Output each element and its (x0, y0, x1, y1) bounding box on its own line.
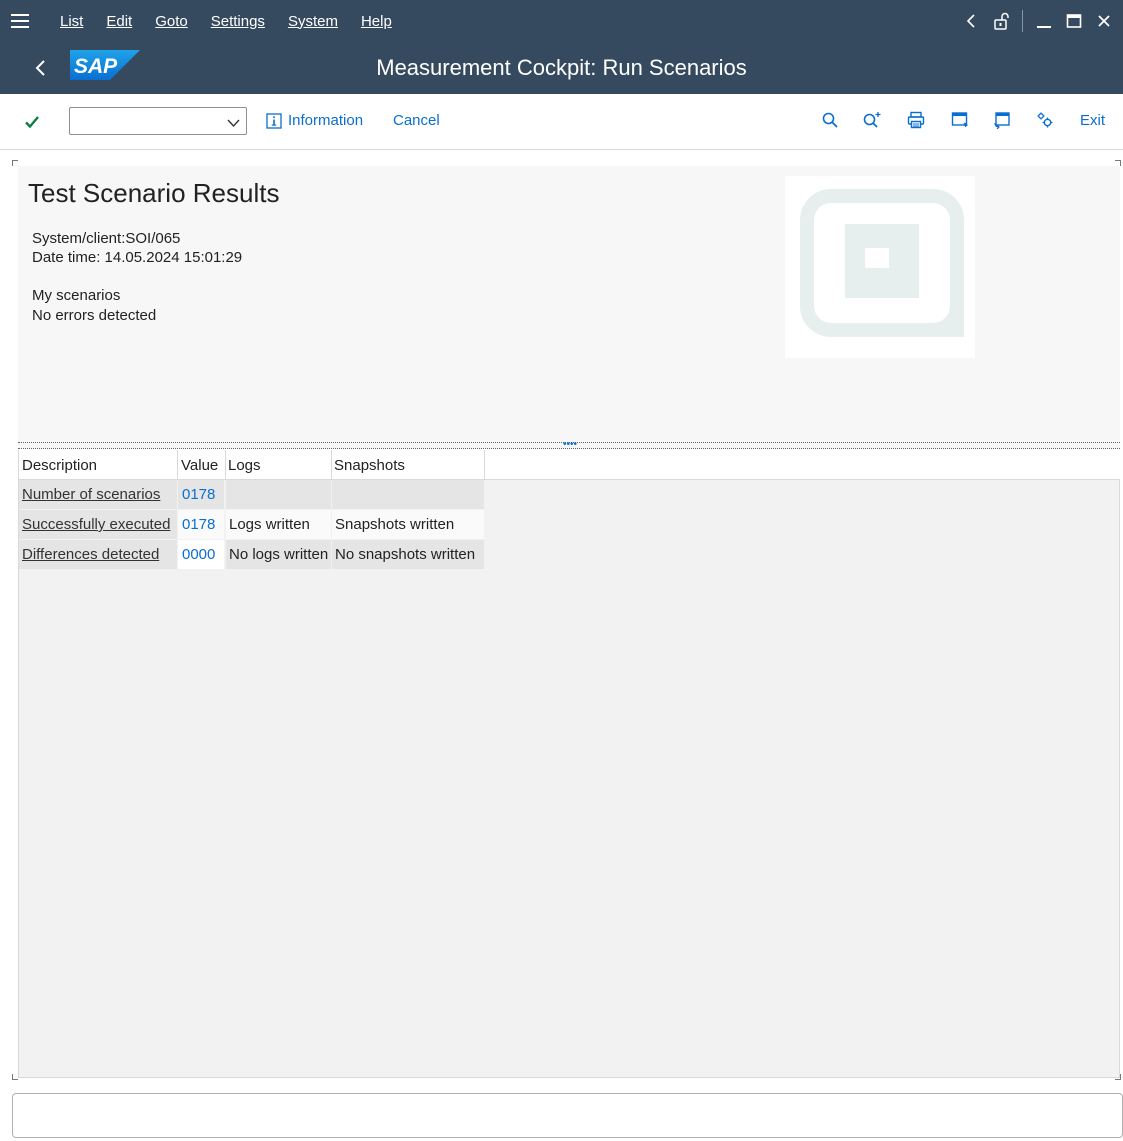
row-description-link[interactable]: Number of scenarios (19, 480, 177, 509)
row-value[interactable]: 0178 (178, 480, 224, 509)
settings-icon[interactable] (1034, 109, 1056, 131)
row-snapshots: No snapshots written (332, 540, 484, 569)
table-header: Description Value Logs Snapshots (19, 450, 1120, 480)
status-bar[interactable] (12, 1093, 1123, 1138)
row-value[interactable]: 0178 (178, 510, 224, 539)
check-icon[interactable] (24, 114, 58, 130)
row-snapshots (332, 480, 484, 509)
date-time: Date time: 14.05.2024 15:01:29 (32, 249, 243, 266)
application-toolbar: Information Cancel Exit (0, 94, 1123, 150)
errors-status: No errors detected (32, 307, 157, 324)
cancel-button[interactable]: Cancel (393, 112, 440, 129)
cancel-label: Cancel (393, 112, 440, 129)
menu-item-goto[interactable]: Goto (155, 13, 188, 30)
separator (1022, 10, 1023, 32)
column-separator (484, 450, 485, 480)
column-header-snapshots[interactable]: Snapshots (334, 457, 405, 474)
print-icon[interactable] (905, 109, 927, 131)
column-separator (331, 450, 332, 480)
search-icon[interactable] (819, 109, 841, 131)
svg-text:SAP: SAP (74, 55, 118, 78)
column-separator (225, 450, 226, 480)
row-description-link[interactable]: Successfully executed (19, 510, 177, 539)
local-layout-icon[interactable] (949, 109, 971, 131)
info-icon (266, 112, 282, 129)
watermark-logo-icon (785, 176, 975, 358)
menu-item-settings[interactable]: Settings (211, 13, 265, 30)
column-separator (177, 450, 178, 480)
splitter-handle[interactable]: •••• (18, 439, 1120, 450)
back-icon[interactable] (20, 42, 60, 94)
information-label: Information (288, 112, 364, 129)
row-snapshots: Snapshots written (332, 510, 484, 539)
page-title: Measurement Cockpit: Run Scenarios (376, 55, 747, 80)
row-logs (226, 480, 331, 509)
chevron-down-icon[interactable] (227, 115, 240, 133)
results-table: Description Value Logs Snapshots Number … (18, 450, 1120, 1078)
exit-button[interactable]: Exit (1080, 112, 1105, 129)
unlock-icon[interactable] (986, 0, 1016, 42)
table-row: Successfully executed 0178 Logs written … (19, 510, 485, 539)
system-client: System/client:SOI/065 (32, 230, 181, 247)
menu-bar: List Edit Goto Settings System Help (0, 0, 1123, 42)
maximize-icon[interactable] (1059, 0, 1089, 42)
command-field[interactable] (69, 107, 247, 135)
table-row: Differences detected 0000 No logs writte… (19, 540, 485, 569)
row-logs: No logs written (226, 540, 331, 569)
search-next-icon[interactable] (861, 109, 883, 131)
sap-logo: SAP (70, 50, 140, 85)
close-icon[interactable] (1089, 0, 1119, 42)
row-description-link[interactable]: Differences detected (19, 540, 177, 569)
minimize-icon[interactable] (1029, 0, 1059, 42)
row-logs: Logs written (226, 510, 331, 539)
scenarios-label: My scenarios (32, 287, 121, 304)
results-header: Test Scenario Results System/client:SOI/… (18, 166, 1120, 442)
window-controls (956, 0, 1123, 42)
menu-item-help[interactable]: Help (361, 13, 392, 30)
column-header-logs[interactable]: Logs (228, 457, 261, 474)
menu-icon[interactable] (0, 0, 42, 42)
table-row: Number of scenarios 0178 (19, 480, 485, 509)
chevron-left-icon[interactable] (956, 0, 986, 42)
splitter-grip-icon: •••• (563, 439, 578, 450)
information-button[interactable]: Information (266, 112, 363, 129)
menu-item-system[interactable]: System (288, 13, 338, 30)
customize-icon[interactable] (991, 109, 1013, 131)
column-header-value[interactable]: Value (181, 457, 218, 474)
menu-item-list[interactable]: List (60, 13, 83, 30)
column-header-description[interactable]: Description (22, 457, 97, 474)
menu-item-edit[interactable]: Edit (106, 13, 132, 30)
results-title: Test Scenario Results (28, 178, 280, 208)
row-value[interactable]: 0000 (178, 540, 224, 569)
title-bar: SAP Measurement Cockpit: Run Scenarios (0, 42, 1123, 94)
